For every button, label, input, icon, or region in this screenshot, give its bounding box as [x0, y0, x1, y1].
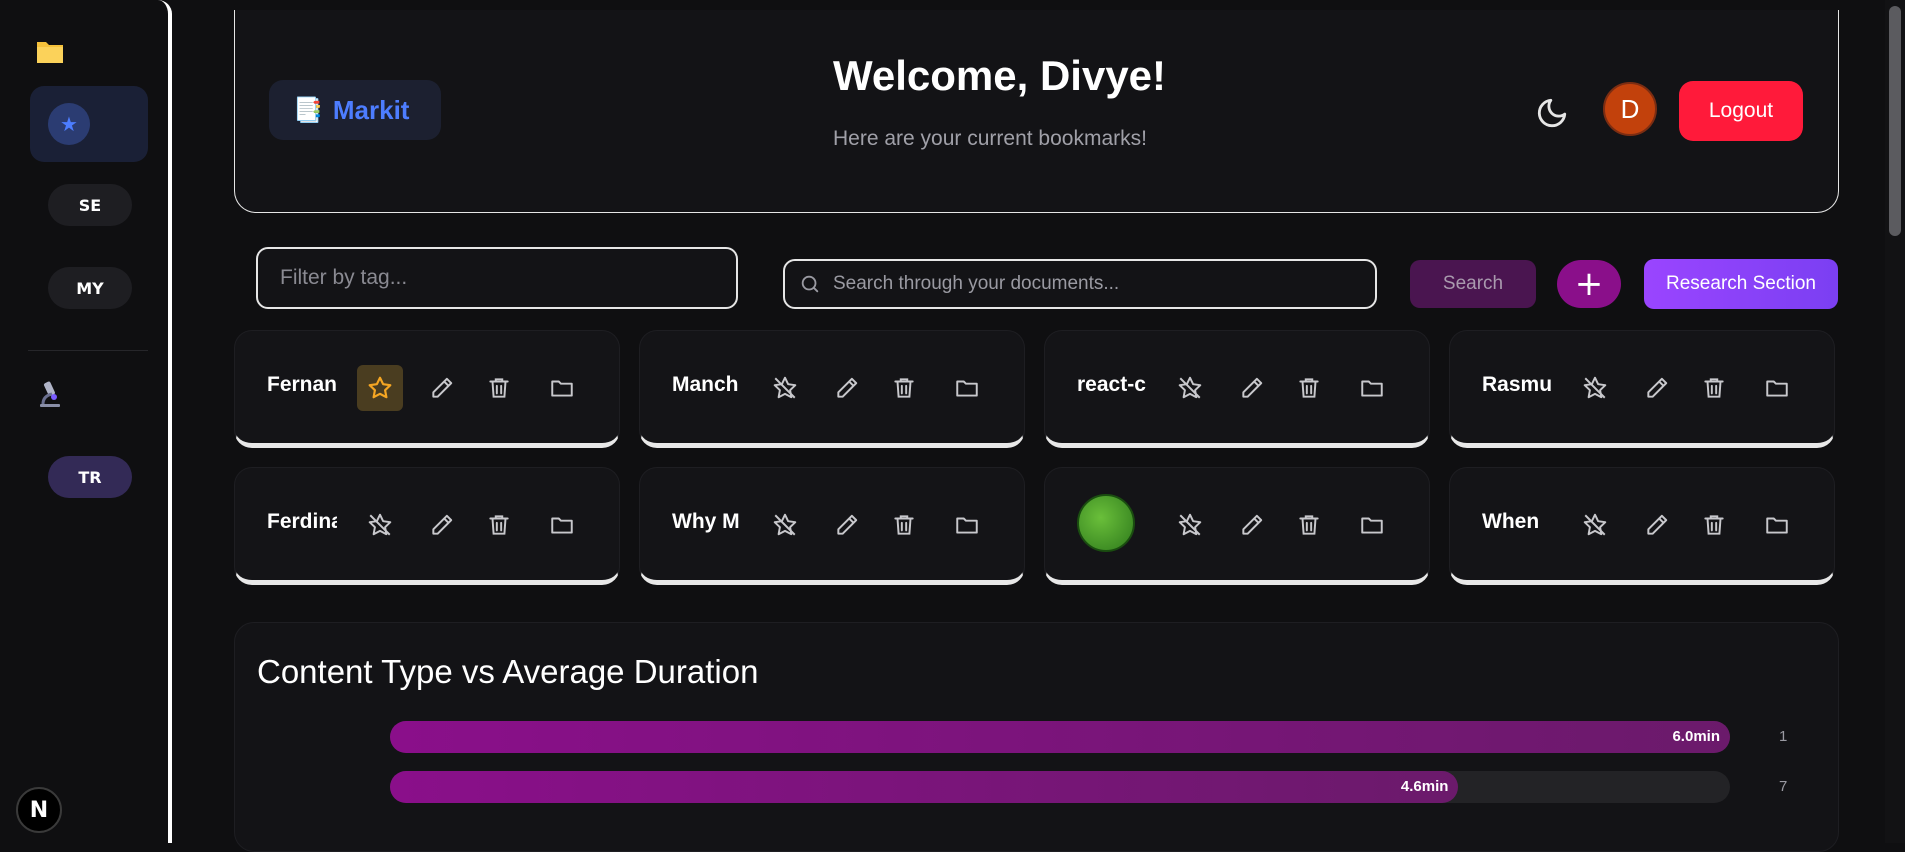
page-title: Welcome, Divye! [833, 52, 1167, 99]
tag-filter-input[interactable]: Filter by tag... [256, 247, 738, 309]
star-off-icon[interactable] [762, 502, 808, 548]
bar-value-label: 6.0min [1672, 728, 1720, 745]
sidebar-item-label: TR [78, 467, 102, 487]
star-icon[interactable] [357, 365, 403, 411]
pencil-icon[interactable] [419, 365, 465, 411]
sidebar-divider [28, 350, 148, 351]
star-off-icon[interactable] [1167, 365, 1213, 411]
folder-icon[interactable] [1349, 502, 1395, 548]
logo[interactable]: 📑 Markit [269, 80, 441, 140]
research-section-button[interactable]: Research Section [1644, 259, 1838, 309]
folder-icon[interactable] [539, 502, 585, 548]
bookmark-card[interactable]: Rasmu [1449, 330, 1835, 448]
trash-icon[interactable] [1286, 502, 1332, 548]
folder-icon[interactable] [539, 365, 585, 411]
trash-icon[interactable] [881, 502, 927, 548]
avatar[interactable]: D [1603, 82, 1657, 136]
sidebar-item-label: SE [78, 195, 102, 215]
folder-icon[interactable] [1754, 365, 1800, 411]
folder-icon[interactable] [944, 502, 990, 548]
bar-track: 6.0min [390, 721, 1730, 753]
search-input[interactable]: Search through your documents... [783, 259, 1377, 309]
bookmark-card[interactable]: react-c [1044, 330, 1430, 448]
trash-icon[interactable] [1286, 365, 1332, 411]
bar-count-label: 1 [1779, 728, 1788, 745]
folder-icon[interactable] [944, 365, 990, 411]
bookmark-title[interactable]: react-c [1077, 373, 1147, 397]
next-dev-label: N [29, 797, 49, 823]
bookmark-card[interactable]: When [1449, 467, 1835, 585]
pencil-icon[interactable] [1634, 502, 1680, 548]
bookmark-title[interactable]: When [1482, 510, 1552, 534]
sidebar-item-my[interactable]: MY [48, 267, 132, 309]
pencil-icon[interactable] [824, 365, 870, 411]
bookmark-card[interactable]: Ferdina [234, 467, 620, 585]
bar-count-label: 7 [1779, 778, 1788, 795]
bar: 4.6min [390, 771, 1459, 803]
trash-icon[interactable] [1691, 502, 1737, 548]
sidebar-item-label: MY [76, 278, 104, 298]
trash-icon[interactable] [476, 502, 522, 548]
bar-value-label: 4.6min [1400, 778, 1449, 795]
trash-icon[interactable] [881, 365, 927, 411]
folder-icon[interactable] [1349, 365, 1395, 411]
logout-button[interactable]: Logout [1679, 81, 1803, 141]
folder-icon[interactable] [1754, 502, 1800, 548]
add-bookmark-button[interactable]: + [1557, 260, 1621, 308]
pencil-icon[interactable] [824, 502, 870, 548]
microscope-icon[interactable] [34, 380, 64, 410]
bookmark-card[interactable]: Manch [639, 330, 1025, 448]
search-button[interactable]: Search [1410, 260, 1536, 308]
bar: 6.0min [390, 721, 1730, 753]
chart-card: Content Type vs Average Duration video6.… [234, 622, 1839, 852]
star-off-icon[interactable] [1167, 502, 1213, 548]
star-icon: ★ [48, 103, 90, 145]
star-off-icon[interactable] [762, 365, 808, 411]
bookmark-title[interactable]: Rasmu [1482, 373, 1552, 397]
logo-text: Markit [332, 94, 410, 125]
folder-icon[interactable] [36, 38, 64, 64]
bookmark-thumbnail[interactable] [1077, 494, 1135, 552]
sidebar: ★ SE MY TR N [0, 0, 172, 843]
search-icon [801, 275, 819, 293]
pencil-icon[interactable] [1634, 365, 1680, 411]
bar-row: video6.0min1 [235, 721, 1838, 753]
pencil-icon[interactable] [419, 502, 465, 548]
bookmark-card[interactable] [1044, 467, 1430, 585]
scrollbar[interactable] [1885, 0, 1905, 843]
scrollbar-thumb[interactable] [1889, 6, 1901, 236]
star-off-icon[interactable] [1572, 502, 1618, 548]
moon-icon[interactable] [1535, 96, 1569, 130]
chart-title: Content Type vs Average Duration [257, 653, 759, 690]
header-card: 📑 Markit Welcome, Divye! Here are your c… [234, 10, 1839, 213]
bookmark-card[interactable]: Fernan [234, 330, 620, 448]
sidebar-item-se[interactable]: SE [48, 184, 132, 226]
star-off-icon[interactable] [1572, 365, 1618, 411]
pencil-icon[interactable] [1229, 502, 1275, 548]
next-dev-icon[interactable]: N [16, 787, 62, 833]
bar-row: blog4.6min7 [235, 771, 1838, 803]
bookmark-title[interactable]: Why M [672, 510, 742, 534]
bookmark-title[interactable]: Fernan [267, 373, 337, 397]
pencil-icon[interactable] [1229, 365, 1275, 411]
page-subtitle: Here are your current bookmarks! [833, 127, 1147, 150]
sidebar-item-tr[interactable]: TR [48, 456, 132, 498]
sidebar-item-favorites[interactable]: ★ [30, 86, 148, 162]
search-placeholder: Search through your documents... [833, 273, 1120, 294]
trash-icon[interactable] [1691, 365, 1737, 411]
star-off-icon[interactable] [357, 502, 403, 548]
bar-track: 4.6min [390, 771, 1730, 803]
document-icon: 📑 [293, 96, 323, 124]
bookmark-title[interactable]: Manch [672, 373, 742, 397]
bookmark-title[interactable]: Ferdina [267, 510, 337, 534]
trash-icon[interactable] [476, 365, 522, 411]
bookmark-card[interactable]: Why M [639, 467, 1025, 585]
